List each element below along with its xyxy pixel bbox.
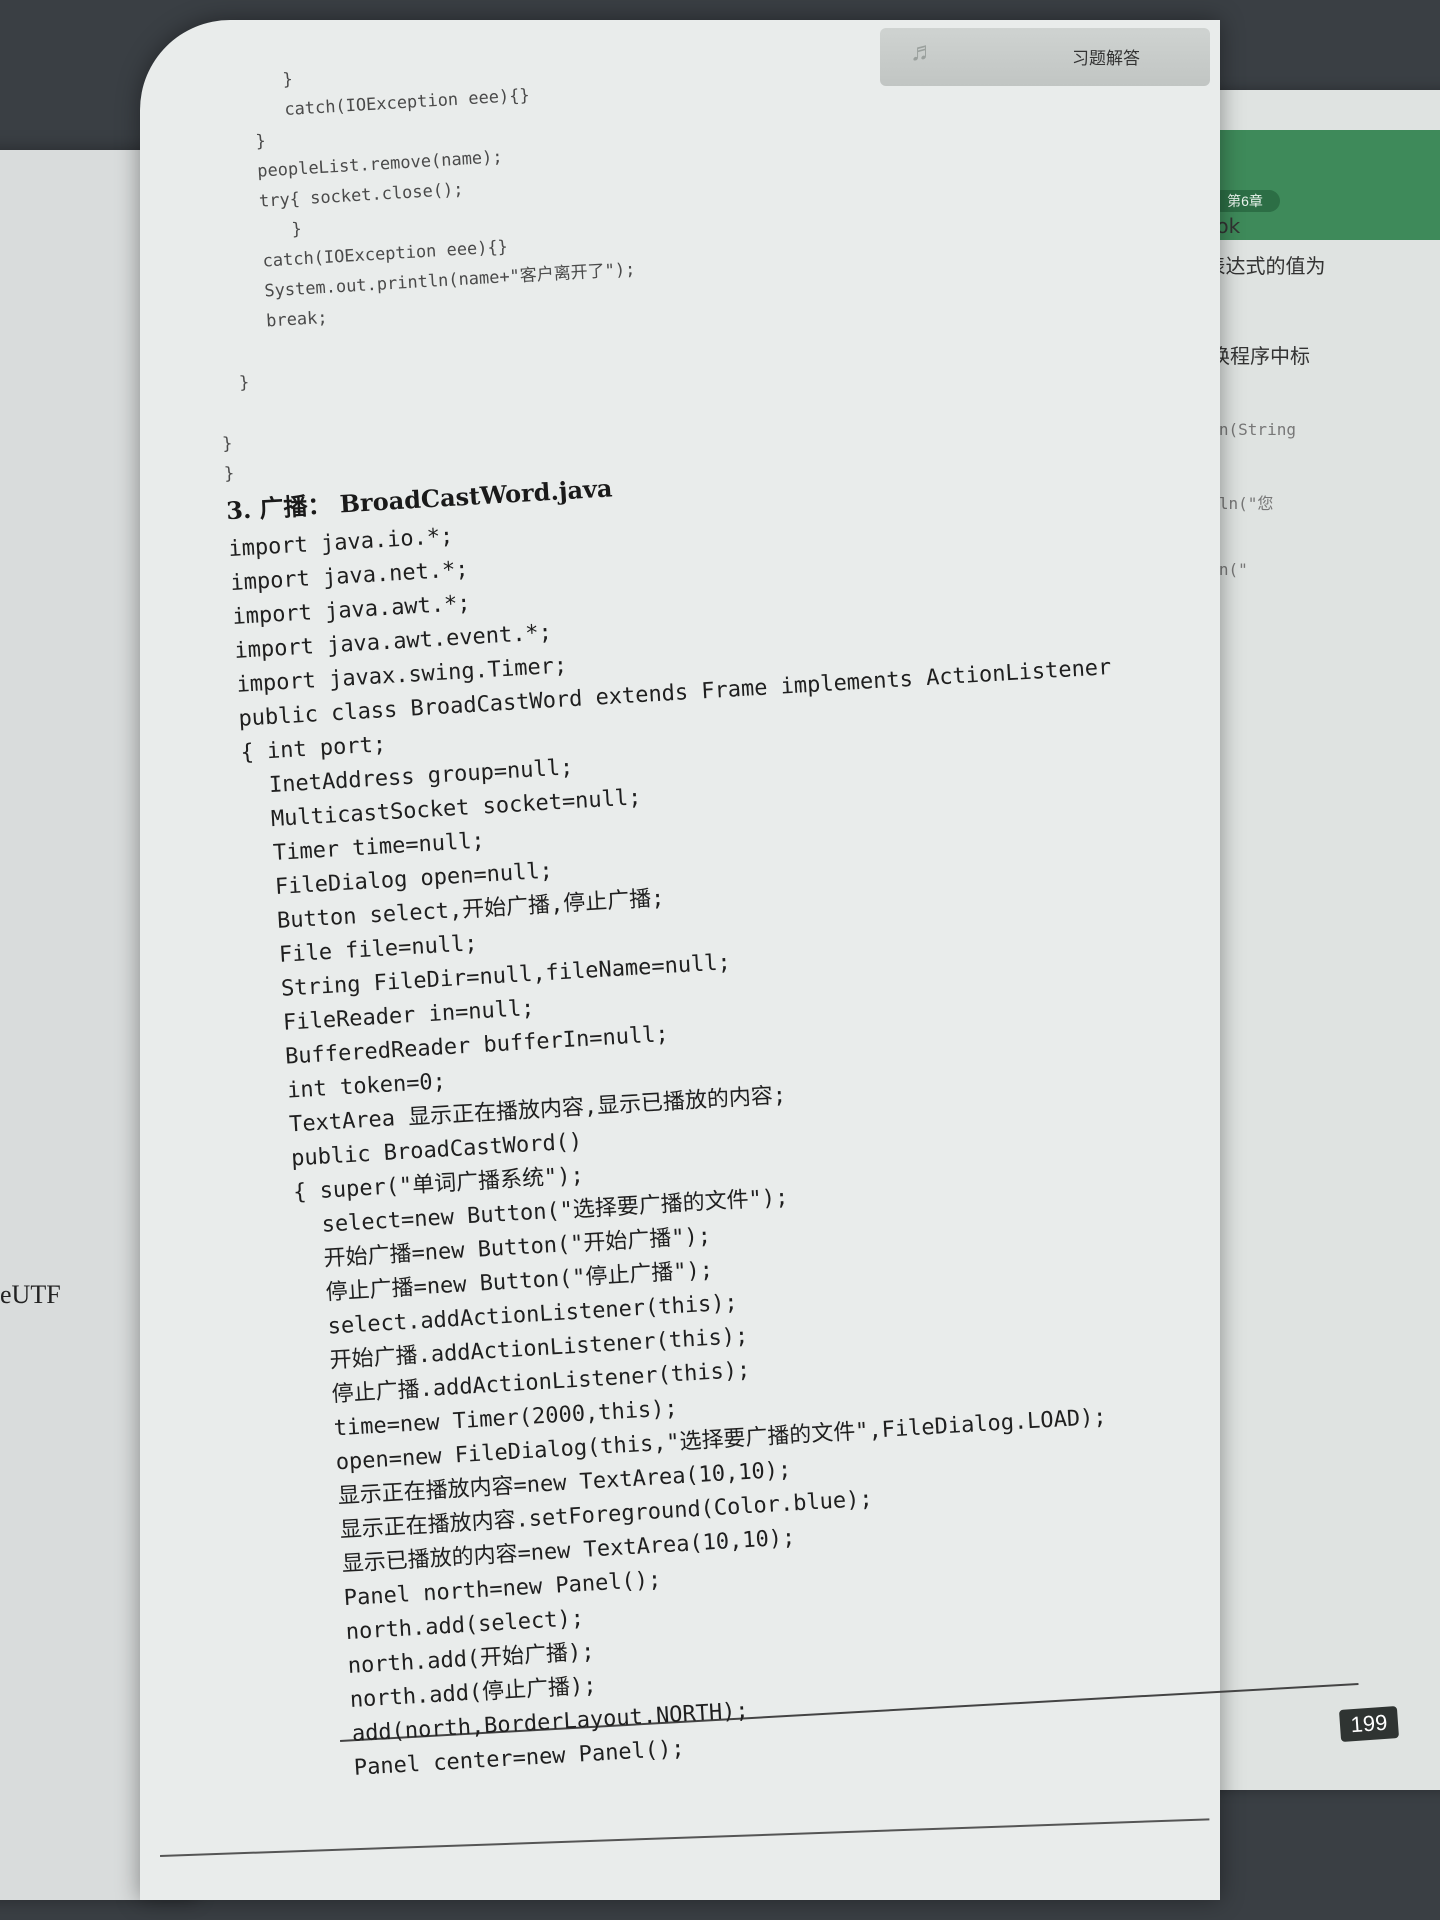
chapter-badge: 第6章 [1210, 190, 1280, 212]
left-page-fragment: eUTF [0, 1280, 61, 1309]
header-title: 习题解答 [1072, 49, 1140, 69]
section-file: BroadCastWord.java [338, 473, 614, 519]
code-block: } catch(IOException eee){} } peopleList.… [200, 18, 1175, 1789]
page-number: 199 [1338, 1706, 1400, 1742]
code-main: import java.io.*; import java.net.*; imp… [228, 481, 1175, 1789]
section-label: 广播： [258, 489, 333, 524]
section-number: 3. [225, 494, 253, 526]
code-top: } catch(IOException eee){} } peopleList.… [200, 18, 1098, 489]
